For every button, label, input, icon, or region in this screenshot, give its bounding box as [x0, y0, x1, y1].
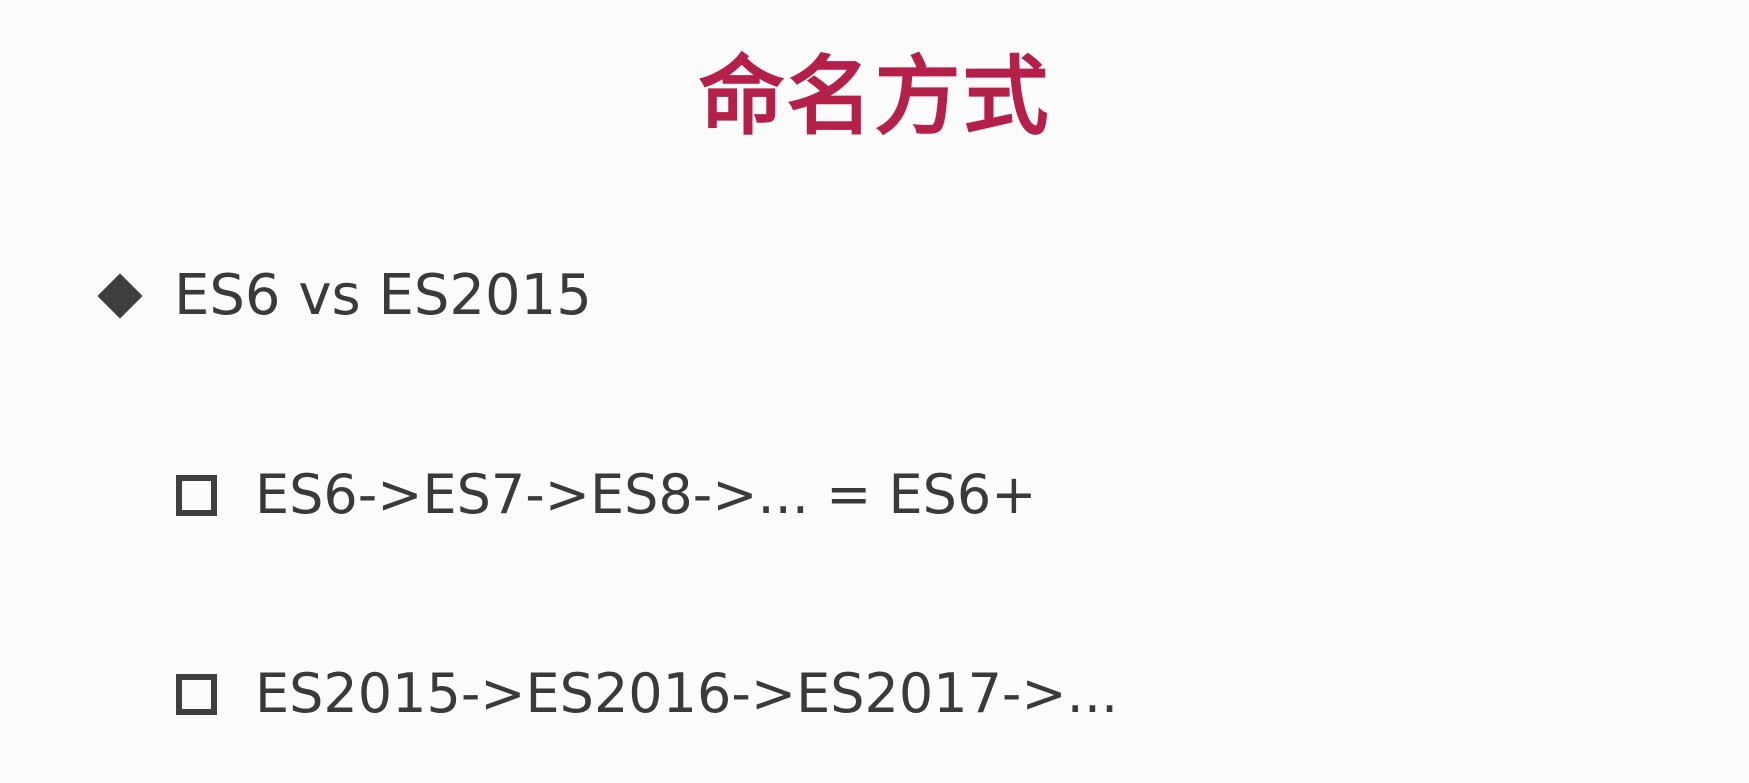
square-icon	[176, 673, 217, 715]
bullet-text: ES6->ES7->ES8->... = ES6+	[255, 463, 1037, 526]
square-icon	[176, 474, 217, 516]
bullet-level-2: ES2015->ES2016->ES2017->...	[176, 656, 1118, 732]
slide: 命名方式 ES6 vs ES2015 ES6->ES7->ES8->... = …	[0, 0, 1749, 783]
slide-title: 命名方式	[698, 47, 1051, 147]
diamond-icon	[97, 273, 143, 319]
bullet-level-2: ES6->ES7->ES8->... = ES6+	[176, 457, 1037, 533]
bullet-text: ES6 vs ES2015	[174, 263, 592, 328]
bullet-text: ES2015->ES2016->ES2017->...	[255, 662, 1119, 725]
bullet-level-1: ES6 vs ES2015	[96, 258, 592, 334]
